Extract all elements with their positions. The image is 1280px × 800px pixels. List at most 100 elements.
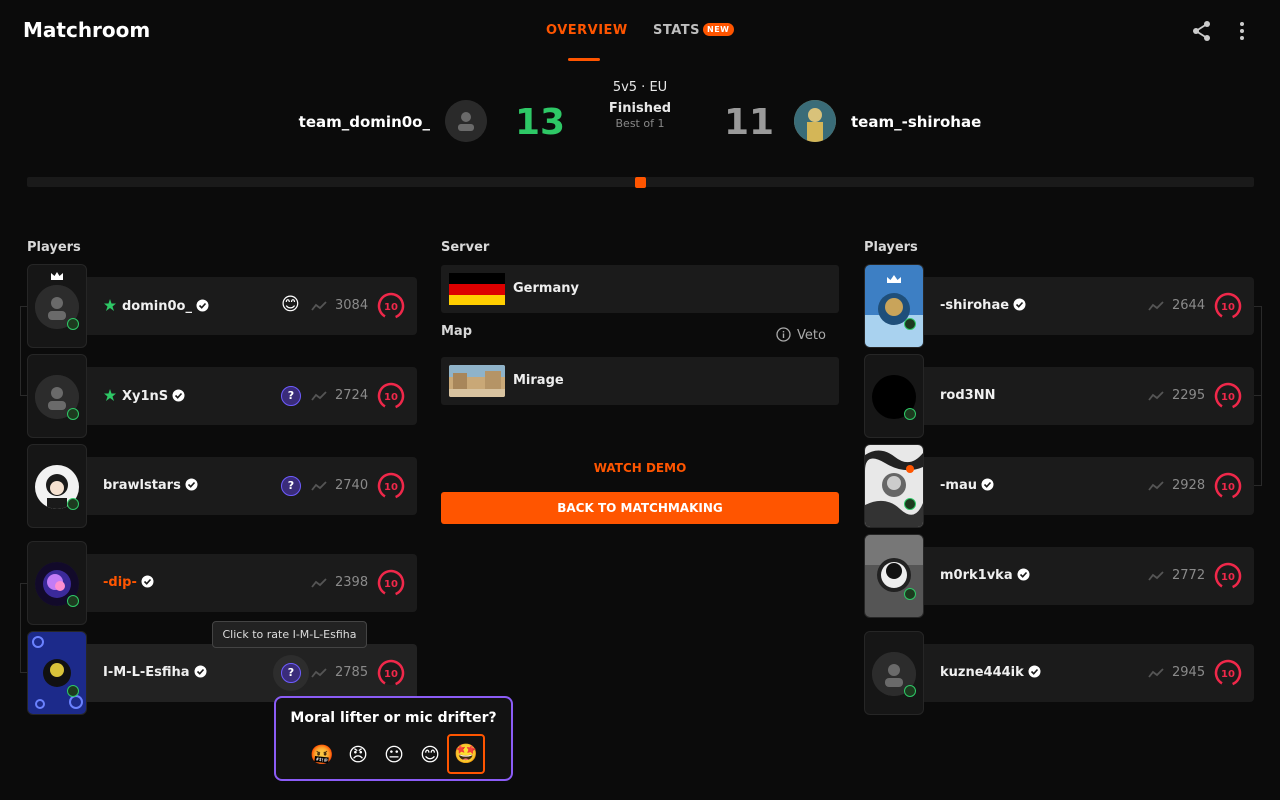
rating-option-angry[interactable]: 😠	[343, 740, 373, 770]
player-avatar-frame[interactable]	[864, 444, 924, 528]
svg-text:10: 10	[1221, 572, 1235, 583]
svg-text:10: 10	[384, 392, 398, 403]
skill-level-icon: 10	[377, 382, 405, 410]
info-icon	[776, 327, 791, 342]
map-name: Mirage	[513, 373, 564, 388]
player-avatar-frame[interactable]	[864, 354, 924, 438]
rating-option-neutral[interactable]: 😐	[379, 740, 409, 770]
player-name-text: -shirohae	[940, 298, 1010, 313]
elo-trend-icon	[311, 578, 327, 588]
team-right-avatar[interactable]	[794, 100, 836, 142]
rating-option-star-struck[interactable]: 🤩	[447, 734, 485, 774]
skill-level-icon: 10	[1214, 562, 1242, 590]
server-box: Germany	[441, 265, 839, 313]
player-avatar-frame[interactable]	[27, 264, 87, 348]
rating-option-happy[interactable]: 😊	[415, 740, 445, 770]
team-left-name[interactable]: team_domin0o_	[299, 113, 430, 131]
player-avatar-frame[interactable]	[27, 444, 87, 528]
skill-level-icon: 10	[377, 472, 405, 500]
germany-flag-icon	[449, 273, 505, 305]
team-right-name[interactable]: team_-shirohae	[851, 113, 981, 131]
rate-player-button[interactable]: ?	[281, 663, 301, 683]
elo-trend-icon	[1148, 481, 1164, 491]
back-to-matchmaking-button[interactable]: BACK TO MATCHMAKING	[441, 492, 839, 524]
player-name[interactable]: rod3NN	[940, 388, 995, 403]
verified-icon	[1017, 568, 1030, 581]
share-icon[interactable]	[1191, 20, 1213, 42]
team-right-score: 11	[724, 102, 775, 143]
active-tab-indicator	[568, 58, 600, 61]
shield-icon	[67, 498, 79, 510]
map-box: Mirage	[441, 357, 839, 405]
skill-level-icon: 10	[377, 569, 405, 597]
player-name-text: brawlstars	[103, 478, 181, 493]
skill-level-icon: 10	[377, 659, 405, 687]
team-left-avatar[interactable]	[445, 100, 487, 142]
elo-trend-icon	[1148, 571, 1164, 581]
svg-text:10: 10	[1221, 669, 1235, 680]
star-icon	[104, 299, 116, 311]
rate-tooltip: Click to rate I-M-L-Esfiha	[212, 621, 367, 648]
map-thumbnail	[449, 365, 505, 397]
timeline-marker[interactable]	[635, 177, 646, 188]
player-elo: 3084	[335, 298, 369, 313]
svg-text:10: 10	[384, 302, 398, 313]
player-avatar-frame[interactable]	[864, 631, 924, 715]
bracket-line	[1254, 306, 1262, 396]
verified-icon	[194, 665, 207, 678]
rating-popup-title: Moral lifter or mic drifter?	[290, 710, 497, 726]
rating-option-furious[interactable]: 🤬	[307, 740, 337, 770]
player-name-text: domin0o_	[122, 299, 192, 314]
bracket-line	[20, 306, 27, 396]
veto-label: Veto	[797, 328, 826, 343]
player-name[interactable]: Xy1nS	[103, 388, 185, 404]
player-name[interactable]: I-M-L-Esfiha	[103, 665, 207, 680]
tab-overview[interactable]: OVERVIEW	[546, 23, 628, 38]
top-bar: Matchroom OVERVIEW STATS NEW	[0, 0, 1280, 62]
player-name-text: m0rk1vka	[940, 568, 1013, 583]
watch-demo-link[interactable]: WATCH DEMO	[441, 461, 839, 475]
player-name[interactable]: m0rk1vka	[940, 568, 1030, 583]
team-left-score: 13	[515, 102, 566, 143]
player-name[interactable]: -mau	[940, 478, 994, 493]
elo-trend-icon	[1148, 301, 1164, 311]
player-name[interactable]: -shirohae	[940, 298, 1026, 313]
crown-icon	[51, 272, 63, 280]
player-elo: 2398	[335, 575, 369, 590]
verified-icon	[172, 389, 185, 402]
skill-level-icon: 10	[377, 292, 405, 320]
skill-level-icon: 10	[1214, 472, 1242, 500]
player-elo: 2945	[1172, 665, 1206, 680]
player-avatar-frame[interactable]	[864, 534, 924, 618]
avatar	[865, 265, 923, 347]
elo-trend-icon	[311, 668, 327, 678]
skill-level-icon: 10	[1214, 382, 1242, 410]
svg-text:10: 10	[384, 482, 398, 493]
veto-link[interactable]: Veto	[776, 327, 826, 343]
player-elo: 2740	[335, 478, 369, 493]
player-avatar-frame[interactable]	[27, 354, 87, 438]
player-name[interactable]: kuzne444ik	[940, 665, 1041, 680]
score-header: team_domin0o_ 13 5v5 · EU Finished Best …	[0, 80, 1280, 160]
player-avatar-frame[interactable]	[864, 264, 924, 348]
player-name[interactable]: domin0o_	[103, 298, 209, 314]
match-mode: 5v5 · EU	[612, 80, 668, 95]
elo-trend-icon	[311, 481, 327, 491]
tab-stats[interactable]: STATS NEW	[653, 23, 734, 38]
elo-trend-icon	[1148, 391, 1164, 401]
rate-player-button[interactable]: ?	[281, 476, 301, 496]
player-name[interactable]: brawlstars	[103, 478, 198, 493]
player-name[interactable]: -dip-	[103, 575, 154, 590]
more-vertical-icon[interactable]	[1233, 20, 1255, 42]
rate-player-button[interactable]: ?	[281, 386, 301, 406]
shield-icon	[904, 408, 916, 420]
player-elo: 2772	[1172, 568, 1206, 583]
shield-icon	[904, 685, 916, 697]
verified-icon	[185, 478, 198, 491]
verified-icon	[1028, 665, 1041, 678]
player-avatar-frame[interactable]	[27, 541, 87, 625]
player-elo: 2928	[1172, 478, 1206, 493]
player-avatar-frame[interactable]	[27, 631, 87, 715]
rating-emoji[interactable]: 😊	[281, 294, 300, 316]
svg-text:10: 10	[1221, 482, 1235, 493]
